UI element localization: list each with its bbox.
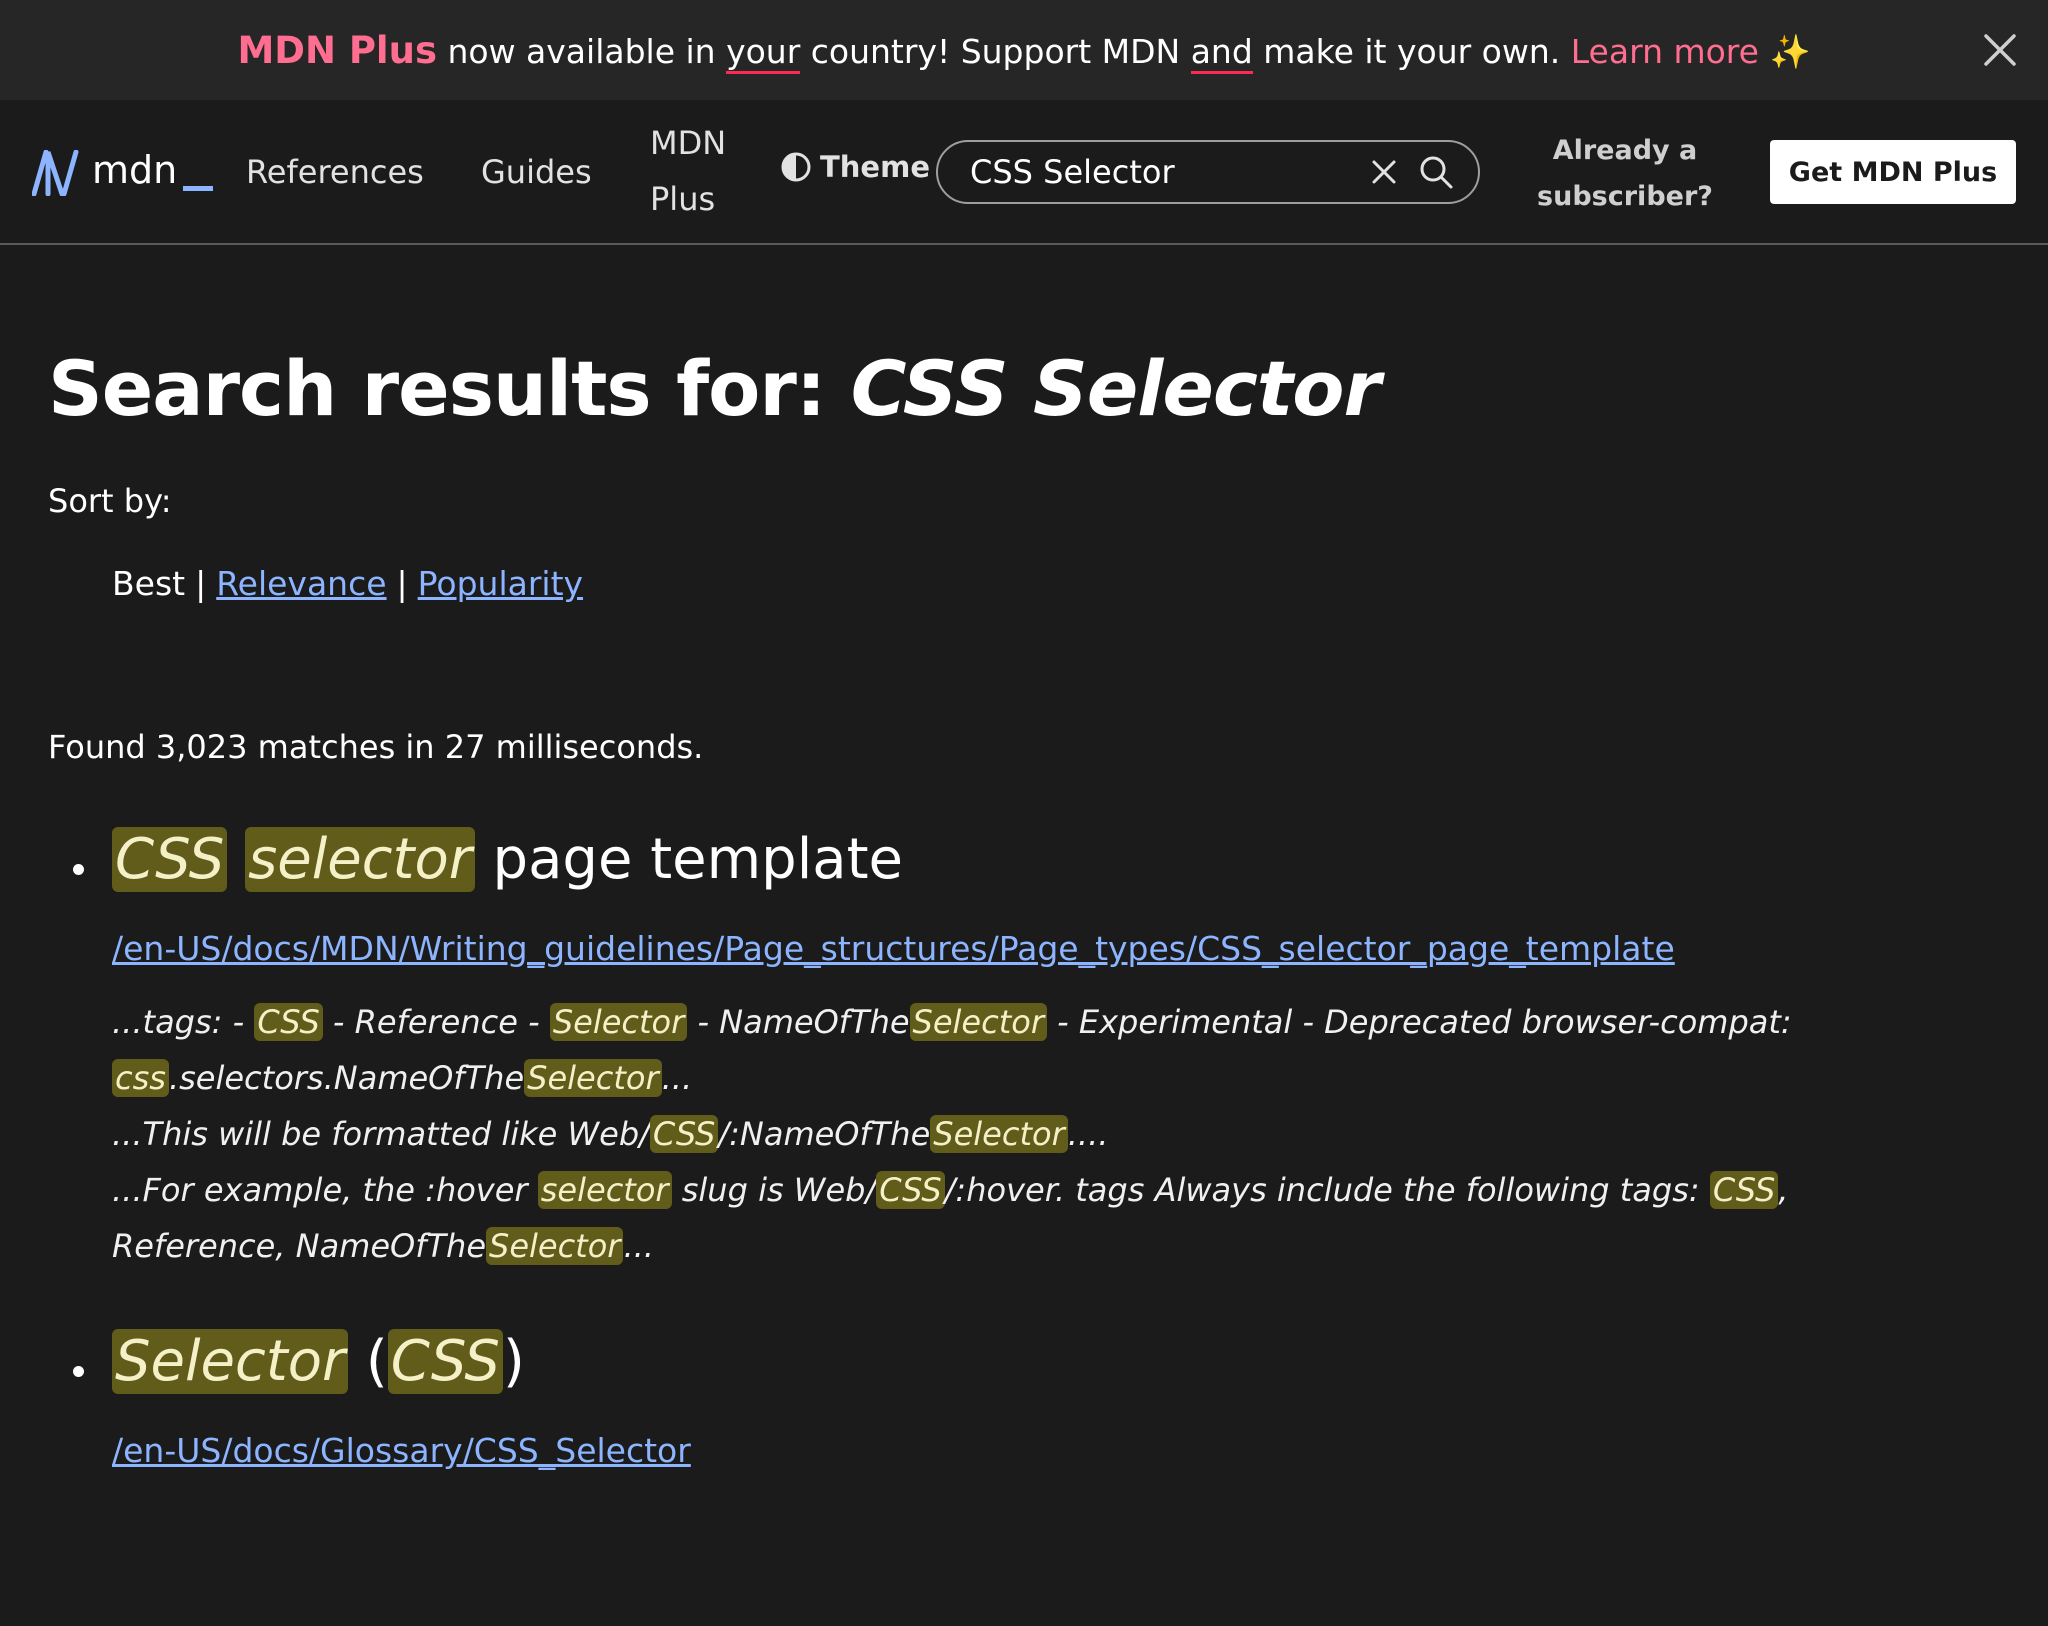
snippet-text: slug is Web/ [671, 1171, 877, 1210]
snippet-text: ... [661, 1059, 693, 1098]
search-input[interactable] [970, 153, 1350, 191]
sparkle-icon: ✨ [1769, 31, 1811, 71]
mdn-logo[interactable]: mdn [32, 148, 214, 202]
close-icon [1984, 34, 2016, 66]
highlight: CSS [876, 1171, 945, 1210]
promo-banner: MDN Plus now available in your country! … [0, 0, 2048, 100]
banner-text-3: make it your own. [1252, 31, 1571, 71]
snippet-text: ...This will be formatted like Web/ [112, 1115, 650, 1154]
highlight: selector [537, 1171, 672, 1210]
sort-options: Best | Relevance | Popularity [112, 564, 2008, 603]
snippet-text: - Experimental - Deprecated browser-comp… [1046, 1003, 1792, 1042]
snippet-text: - Reference - [322, 1003, 550, 1042]
highlight: Selector [909, 1003, 1047, 1042]
main-content: Search results for: CSS Selector Sort by… [48, 245, 2008, 1470]
clear-search-button[interactable] [1368, 156, 1400, 192]
subscriber-line1: Already a [1552, 135, 1698, 166]
sort-separator: | [195, 564, 207, 604]
login-link[interactable]: Already a subscriber? [1530, 128, 1720, 220]
theme-toggle-button[interactable]: Theme [780, 150, 930, 184]
banner-mdn-plus-label: MDN Plus [237, 28, 437, 72]
logo-text: mdn [92, 148, 178, 192]
sort-popularity-link[interactable]: Popularity [418, 564, 583, 603]
sort-best: Best [112, 564, 186, 604]
snippet-text: - NameOfThe [687, 1003, 910, 1042]
list-bullet [73, 864, 84, 876]
result-url-link[interactable]: /en-US/docs/Glossary/CSS_Selector [112, 1431, 691, 1470]
theme-icon [781, 152, 811, 182]
result-item: CSS selector page template /en-US/docs/M… [48, 824, 2008, 1274]
snippet-text: /:NameOfThe [718, 1115, 931, 1154]
banner-text-your: your [726, 31, 801, 74]
banner-text-and: and [1190, 31, 1253, 74]
result-url-link[interactable]: /en-US/docs/MDN/Writing_guidelines/Page_… [112, 929, 1675, 968]
sort-label: Sort by: [48, 482, 172, 521]
banner-close-button[interactable] [1976, 26, 2024, 74]
logo-underscore [183, 186, 214, 191]
snippet-text: .... [1067, 1115, 1109, 1154]
highlight: Selector [112, 1329, 349, 1395]
results-list: CSS selector page template /en-US/docs/M… [48, 824, 2008, 1470]
sort-relevance-link[interactable]: Relevance [216, 564, 386, 603]
highlight: css [112, 1059, 169, 1098]
page-title-query: CSS Selector [850, 344, 1381, 433]
nav-guides[interactable]: Guides [481, 144, 592, 200]
highlight: Selector [549, 1003, 688, 1042]
banner-message: MDN Plus now available in your country! … [237, 28, 1811, 74]
result-snippet: ...tags: - CSS - Reference - Selector - … [112, 994, 1952, 1274]
highlight: Selector [486, 1227, 624, 1266]
page-title: Search results for: CSS Selector [48, 345, 2008, 432]
snippet-text: /:hover. tags Always include the followi… [944, 1171, 1710, 1210]
page-title-prefix: Search results for: [48, 344, 851, 433]
search-submit-button[interactable] [1418, 154, 1454, 194]
highlight: CSS [649, 1115, 719, 1154]
highlight: CSS [254, 1003, 323, 1042]
nav-mdn-plus-line2[interactable]: Plus [650, 171, 715, 227]
search-icon [1420, 156, 1453, 189]
banner-text-1: now available in [436, 31, 727, 71]
nav-mdn-plus-line1[interactable]: MDN [650, 115, 726, 171]
result-title-text: ) [502, 1329, 525, 1395]
site-header: mdn References Guides MDN Plus Theme Alr… [0, 100, 2048, 245]
banner-learn-more-link[interactable]: Learn more [1571, 32, 1759, 71]
result-item: Selector (CSS) /en-US/docs/Glossary/CSS_… [48, 1326, 2008, 1470]
highlight: Selector [524, 1059, 662, 1098]
result-title: Selector (CSS) [112, 1326, 2008, 1399]
highlight: CSS [387, 1329, 503, 1395]
search-box [936, 140, 1480, 204]
banner-text-2: country! Support MDN [800, 31, 1191, 71]
snippet-text: .selectors.NameOfThe [168, 1059, 525, 1098]
results-count: Found 3,023 matches in 27 milliseconds. [48, 728, 704, 767]
subscriber-line2: subscriber? [1537, 181, 1713, 212]
snippet-text: ...For example, the :hover [112, 1171, 538, 1210]
result-title-text: ( [348, 1329, 388, 1395]
result-title-text: page template [474, 827, 903, 893]
highlight: CSS [112, 827, 228, 893]
nav-references[interactable]: References [246, 144, 424, 200]
result-title: CSS selector page template [112, 824, 2008, 897]
theme-label: Theme [820, 150, 930, 184]
snippet-text: ... [623, 1227, 654, 1266]
highlight: Selector [930, 1115, 1068, 1154]
sort-separator: | [396, 564, 408, 604]
mdn-logo-icon [32, 150, 79, 196]
highlight: CSS [1709, 1171, 1779, 1210]
get-mdn-plus-button[interactable]: Get MDN Plus [1770, 140, 2016, 204]
close-icon [1372, 160, 1396, 184]
snippet-text: ...tags: - [112, 1003, 255, 1042]
list-bullet [73, 1366, 84, 1378]
highlight: selector [245, 827, 475, 893]
